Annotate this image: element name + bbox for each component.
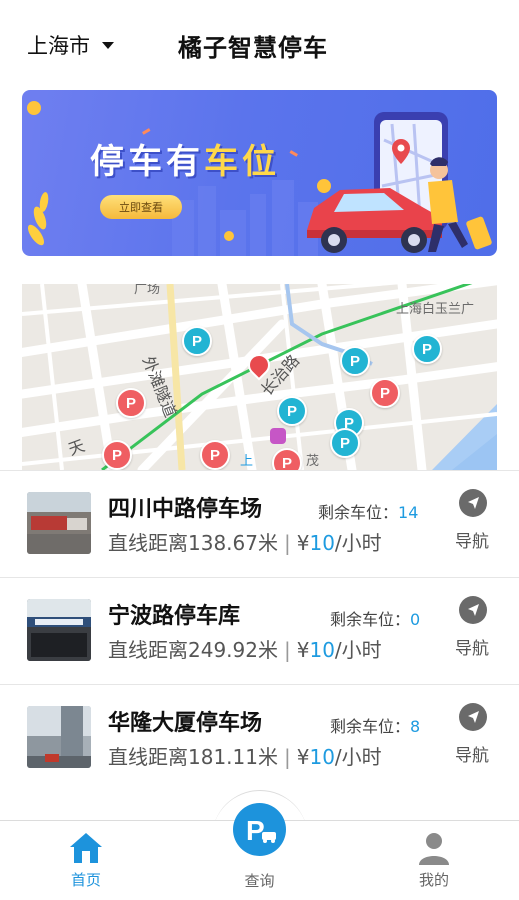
lot-meta: 直线距离138.67米 | ¥10/小时: [108, 531, 382, 555]
app-title: 橘子智慧停车: [178, 34, 328, 62]
map-label-mao: 茂: [306, 454, 320, 469]
lot-name: 四川中路停车场: [108, 497, 263, 522]
price-value: 10: [309, 638, 335, 662]
app-screen: 上海市 橘子智慧停车 停车有车位 立即查看 广场 上海白玉兰广 外滩隧道 长治路…: [0, 0, 519, 900]
remaining-count: 0: [410, 610, 421, 629]
navigation-arrow-icon: [459, 596, 487, 624]
price-prefix: ¥: [296, 745, 310, 769]
lot-meta: 直线距离181.11米 | ¥10/小时: [108, 745, 382, 769]
navigation-arrow-icon: [459, 703, 487, 731]
distance-label: 直线距离: [108, 745, 188, 769]
lot-thumbnail: [27, 706, 91, 768]
navigate-label: 导航: [455, 532, 489, 552]
query-button[interactable]: P: [233, 803, 286, 856]
distance-value: 249.92米: [188, 638, 278, 662]
price-value: 10: [309, 531, 335, 555]
tab-mine-label: 我的: [418, 871, 449, 889]
navigate-button[interactable]: 导航: [452, 596, 496, 662]
map-view[interactable]: 广场 上海白玉兰广 外滩隧道 长治路 天 上 茂 P P P P P P P P…: [22, 284, 497, 470]
list-item[interactable]: 华隆大厦停车场 剩余车位：8 直线距离181.11米 | ¥10/小时 导航: [0, 684, 519, 791]
parking-pin[interactable]: P: [277, 396, 307, 426]
lot-thumbnail: [27, 599, 91, 661]
parking-lot-list: 四川中路停车场 剩余车位：14 直线距离138.67米|¥10/小时 导航: [0, 470, 519, 791]
view-now-button[interactable]: 立即查看: [100, 195, 182, 219]
remaining-count: 14: [398, 503, 419, 522]
price-unit: /小时: [334, 638, 382, 662]
city-label: 上海市: [27, 34, 90, 58]
lot-remaining: 剩余车位：0: [330, 606, 420, 630]
navigate-label: 导航: [455, 639, 489, 659]
parking-pin[interactable]: P: [272, 448, 302, 470]
svg-text:P: P: [246, 815, 265, 846]
distance-label: 直线距离: [108, 531, 188, 555]
tab-home[interactable]: 首页: [36, 821, 136, 900]
tab-home-label: 首页: [70, 871, 101, 889]
list-item[interactable]: 四川中路停车场 剩余车位：14 直线距离138.67米 | ¥10/小时 导航: [0, 470, 519, 577]
slogan-part-1: 停车: [90, 142, 166, 182]
parking-pin[interactable]: P: [116, 388, 146, 418]
city-selector[interactable]: 上海市: [27, 30, 114, 60]
parking-pin[interactable]: P: [330, 428, 360, 458]
map-label-plaza: 广场: [134, 284, 161, 297]
user-icon: [419, 833, 449, 865]
parking-pin[interactable]: P: [412, 334, 442, 364]
slogan-part-2: 有: [166, 142, 204, 182]
price-prefix: ¥: [296, 531, 310, 555]
remaining-label: 剩余车位：: [330, 610, 411, 629]
map-label-shang: 上: [240, 454, 254, 469]
remaining-label: 剩余车位：: [330, 717, 411, 736]
lot-remaining: 剩余车位：8: [330, 713, 420, 737]
distance-value: 138.67米: [188, 531, 278, 555]
navigate-label: 导航: [455, 746, 489, 766]
parking-pin[interactable]: P: [340, 346, 370, 376]
distance-value: 181.11米: [188, 745, 278, 769]
map-label-baiyulan: 上海白玉兰广: [396, 302, 475, 317]
price-value: 10: [309, 745, 335, 769]
remaining-label: 剩余车位：: [318, 503, 399, 522]
lot-name: 华隆大厦停车场: [108, 711, 263, 736]
header: 上海市 橘子智慧停车: [0, 0, 519, 88]
parking-pin[interactable]: P: [200, 440, 230, 470]
tab-mine[interactable]: 我的: [384, 821, 484, 900]
navigate-button[interactable]: 导航: [452, 489, 496, 555]
remaining-count: 8: [410, 717, 421, 736]
lot-thumbnail: [27, 492, 91, 554]
distance-label: 直线距离: [108, 638, 188, 662]
caret-down-icon: [102, 41, 114, 49]
price-prefix: ¥: [296, 638, 310, 662]
parking-car-icon: P: [246, 815, 276, 846]
list-item[interactable]: 宁波路停车库 剩余车位：0 直线距离249.92米 | ¥10/小时 导航: [0, 577, 519, 684]
lot-name: 宁波路停车库: [108, 604, 241, 629]
navigate-button[interactable]: 导航: [452, 703, 496, 769]
slogan-part-3: 车位: [204, 142, 280, 182]
navigation-arrow-icon: [459, 489, 487, 517]
parking-pin[interactable]: P: [370, 378, 400, 408]
home-icon: [70, 833, 102, 863]
lot-remaining: 剩余车位：14: [318, 499, 418, 523]
promo-banner[interactable]: 停车有车位 立即查看: [22, 90, 497, 256]
banner-slogan: 停车有车位: [90, 134, 280, 183]
parking-pin[interactable]: P: [102, 440, 132, 470]
parking-pin[interactable]: P: [182, 326, 212, 356]
lot-meta: 直线距离249.92米 | ¥10/小时: [108, 638, 382, 662]
price-unit: /小时: [334, 745, 382, 769]
price-unit: /小时: [334, 531, 382, 555]
tab-query-label: 查询: [244, 872, 275, 890]
